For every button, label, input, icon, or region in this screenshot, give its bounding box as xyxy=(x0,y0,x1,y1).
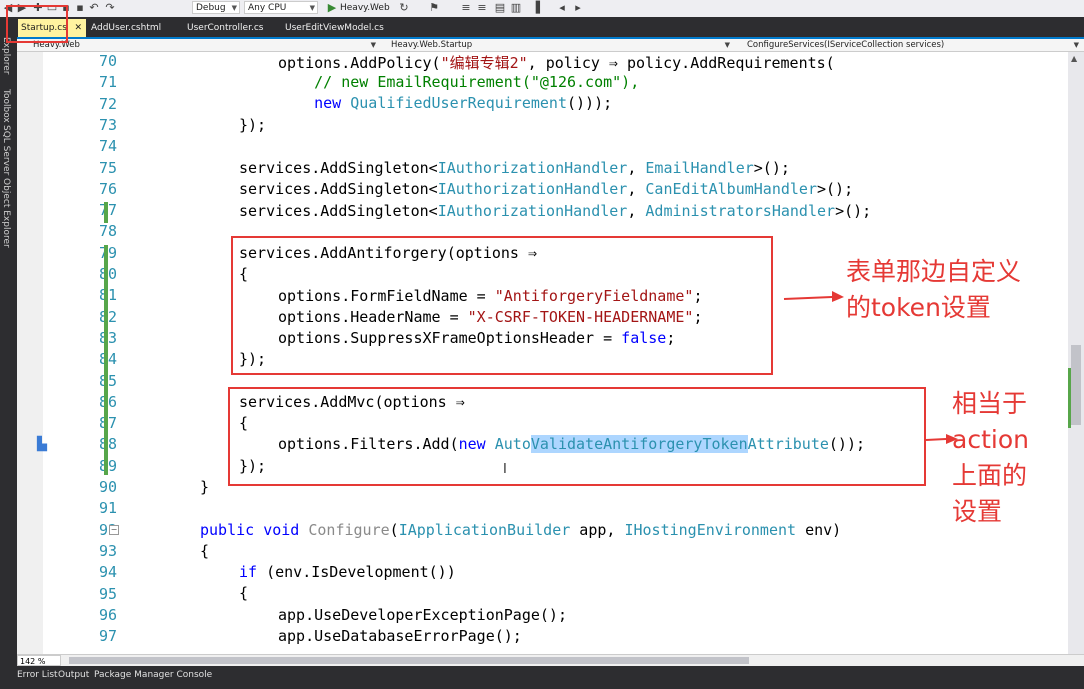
document-tabs: Startup.cs ✕ AddUser.cshtml UserControll… xyxy=(17,17,1084,39)
flag-icon[interactable]: ▌ xyxy=(534,2,546,14)
line-number: 73 xyxy=(98,115,117,134)
member-select[interactable]: ConfigureServices(IServiceCollection ser… xyxy=(737,39,1082,51)
line-number: 91 xyxy=(98,499,117,518)
change-marker xyxy=(104,245,108,475)
quick-action-icon[interactable]: ▙ xyxy=(37,437,47,452)
line-number: 75 xyxy=(98,158,117,177)
line-number: 92 xyxy=(98,520,117,539)
line-number: 81 xyxy=(57,286,117,304)
project-select[interactable]: Heavy.Web ▼ xyxy=(19,39,379,51)
run-icon[interactable]: ▶ xyxy=(326,2,338,14)
configuration-select[interactable]: Debug ▼ xyxy=(192,1,240,14)
left-tool-rail: Explorer Toolbox SQL Server Object Explo… xyxy=(0,17,17,671)
tab-usereditviewmodel-cs[interactable]: UserEditViewModel.cs xyxy=(285,19,405,37)
scroll-thumb[interactable] xyxy=(1071,345,1081,425)
bottom-tool-tabs: Error List Output Package Manager Consol… xyxy=(0,666,1084,689)
chevron-down-icon: ▼ xyxy=(724,41,730,49)
error-list-tab[interactable]: Error List xyxy=(17,670,58,680)
line-number: 95 xyxy=(98,584,117,603)
line-number: 70 xyxy=(98,52,117,70)
line-number: 76 xyxy=(98,179,117,198)
navigation-bar: Heavy.Web ▼ Heavy.Web.Startup ▼ Configur… xyxy=(17,39,1084,52)
annotation-arrow-1 xyxy=(783,291,844,302)
comment-icon[interactable]: ▤ xyxy=(494,2,506,14)
package-manager-console-tab[interactable]: Package Manager Console xyxy=(94,670,212,680)
next-bookmark-icon[interactable]: ▸ xyxy=(572,2,584,14)
line-number: 80 xyxy=(57,265,117,283)
vertical-scrollbar[interactable]: ▲ xyxy=(1068,52,1084,654)
platform-value: Any CPU xyxy=(248,3,287,13)
line-number: 93 xyxy=(98,541,117,560)
scroll-up-icon[interactable]: ▲ xyxy=(1071,54,1077,63)
annotation-box-addmvc xyxy=(228,387,926,486)
line-number: 90 xyxy=(98,478,117,496)
line-number: 71 xyxy=(98,73,117,92)
chevron-down-icon: ▼ xyxy=(1073,41,1079,49)
outdent-icon[interactable]: ≡ xyxy=(476,2,488,14)
uncomment-icon[interactable]: ▥ xyxy=(510,2,522,14)
line-number: 78 xyxy=(98,222,117,241)
indent-icon[interactable]: ≡ xyxy=(460,2,472,14)
main-toolbar: ◀ ▶ ✚ ▭ ▪ ▪ ↶ ↷ Debug ▼ Any CPU ▼ ▶ Heav… xyxy=(0,0,1084,18)
line-number: 83 xyxy=(57,329,117,347)
close-icon[interactable]: ✕ xyxy=(74,19,82,37)
tab-label: UserEditViewModel.cs xyxy=(285,23,384,33)
tab-label: UserController.cs xyxy=(187,23,264,33)
collapse-icon[interactable]: − xyxy=(109,525,119,535)
line-number: 94 xyxy=(98,563,117,582)
annotation-box-antiforgery xyxy=(231,236,773,375)
change-overview-marker xyxy=(1068,368,1071,428)
annotation-note-token-settings: 表单那边自定义的token设置 xyxy=(846,257,1022,322)
zoom-select[interactable]: 142 % xyxy=(17,655,61,666)
chevron-down-icon: ▼ xyxy=(231,4,237,12)
tab-label: AddUser.cshtml xyxy=(91,23,162,33)
line-number: 77 xyxy=(57,201,117,219)
line-number: 97 xyxy=(98,627,117,646)
annotation-note-action-settings: 相当于action上面的设置 xyxy=(952,389,1029,526)
save-all-icon[interactable]: ▪ xyxy=(74,2,86,14)
refresh-icon[interactable]: ↻ xyxy=(398,2,410,14)
editor-gutter xyxy=(17,52,43,654)
output-tab[interactable]: Output xyxy=(58,670,89,680)
chevron-down-icon: ▼ xyxy=(370,41,376,49)
platform-select[interactable]: Any CPU ▼ xyxy=(244,1,318,14)
zoom-value: 142 % xyxy=(20,657,46,666)
tab-adduser-cshtml[interactable]: AddUser.cshtml xyxy=(91,19,181,37)
configuration-value: Debug xyxy=(196,3,226,13)
prev-bookmark-icon[interactable]: ◂ xyxy=(556,2,568,14)
line-number: 87 xyxy=(57,414,117,432)
sql-server-object-explorer-tab[interactable]: SQL Server Object Explorer xyxy=(1,125,11,248)
line-number: 72 xyxy=(98,94,117,113)
run-button-label[interactable]: Heavy.Web xyxy=(340,2,390,14)
member-value: ConfigureServices(IServiceCollection ser… xyxy=(747,40,945,50)
annotation-box-startup-tab xyxy=(6,5,68,43)
line-number: 84 xyxy=(57,350,117,368)
horizontal-scroll-thumb[interactable] xyxy=(69,657,749,664)
redo-icon[interactable]: ↷ xyxy=(104,2,116,14)
line-number: 82 xyxy=(57,308,117,326)
toolbox-tab[interactable]: Toolbox xyxy=(1,89,11,123)
change-marker xyxy=(104,202,108,223)
line-number: 86 xyxy=(57,393,117,411)
chevron-down-icon: ▼ xyxy=(309,4,315,12)
line-number: 88 xyxy=(57,435,117,453)
class-value: Heavy.Web.Startup xyxy=(391,40,473,50)
undo-icon[interactable]: ↶ xyxy=(88,2,100,14)
tab-usercontroller-cs[interactable]: UserController.cs xyxy=(187,19,277,37)
line-number: 89 xyxy=(57,457,117,475)
line-number: 96 xyxy=(98,605,117,624)
line-number: 85 xyxy=(57,372,117,390)
line-number: 74 xyxy=(98,137,117,156)
class-select[interactable]: Heavy.Web.Startup ▼ xyxy=(383,39,733,51)
line-number: 79 xyxy=(57,244,117,262)
bookmark-icon[interactable]: ⚑ xyxy=(428,2,440,14)
